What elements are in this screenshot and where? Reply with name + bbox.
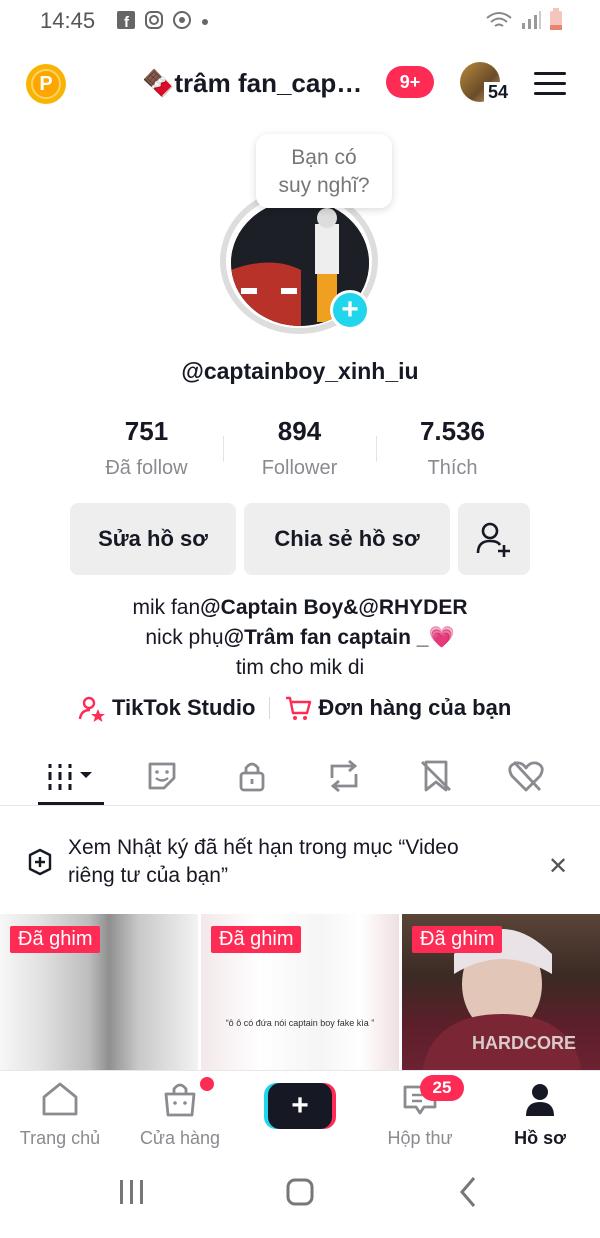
stat-likes[interactable]: 7.536 Thích — [376, 416, 529, 486]
dot-icon — [200, 14, 210, 32]
create-button[interactable]: + — [264, 1083, 336, 1129]
add-friend-button[interactable] — [458, 503, 530, 575]
tab-liked[interactable] — [494, 750, 558, 802]
pinned-badge: Đã ghim — [211, 926, 302, 953]
status-bar: 14:45 f — [0, 0, 600, 40]
thought-bubble[interactable]: Bạn có suy nghĩ? — [256, 134, 392, 208]
nav-shop[interactable]: Cửa hàng — [120, 1081, 240, 1149]
studio-link[interactable]: TikTok Studio — [78, 694, 255, 722]
pinned-badge: Đã ghim — [412, 926, 503, 953]
orders-label: Đơn hàng của bạn — [318, 695, 512, 720]
stat-followers[interactable]: 894 Follower — [223, 416, 376, 486]
add-user-icon — [476, 522, 510, 557]
tab-stickers[interactable] — [130, 750, 194, 802]
nav-home[interactable]: Trang chủ — [0, 1081, 120, 1149]
profile-icon — [526, 1084, 554, 1116]
plus-icon: + — [268, 1083, 332, 1129]
add-avatar-button[interactable]: + — [330, 290, 370, 330]
stat-value: 894 — [277, 416, 322, 446]
heart-hidden-icon — [508, 761, 544, 792]
home-button-icon[interactable] — [286, 1178, 314, 1206]
system-navigation — [0, 1158, 600, 1233]
bio-line-2: nick phụ@Trâm fan captain _💗 — [145, 626, 455, 649]
stat-label: Đã follow — [105, 457, 188, 479]
stat-value: 7.536 — [419, 416, 486, 446]
friends-count: 54 — [484, 82, 513, 103]
video-thumbnail[interactable]: Đã ghim — [0, 914, 198, 1072]
expired-stories-notice[interactable]: Xem Nhật ký đã hết hạn trong mục “Video … — [0, 820, 600, 900]
heart-emoji: 💗 — [428, 626, 455, 649]
status-time: 14:45 — [40, 8, 96, 33]
tab-private[interactable] — [220, 750, 284, 802]
close-icon[interactable]: ✕ — [548, 852, 568, 881]
battery-icon — [548, 8, 564, 37]
lock-icon — [239, 762, 265, 792]
instagram-icon — [144, 10, 164, 35]
tab-indicator — [38, 802, 104, 805]
bio-mention[interactable]: @Trâm fan captain _ — [224, 626, 429, 649]
notification-badge[interactable]: 9+ — [386, 66, 434, 98]
stat-label: Follower — [261, 457, 338, 479]
repost-icon — [330, 759, 358, 793]
status-app-icons: f — [116, 10, 210, 35]
sticker-icon — [148, 762, 176, 790]
stat-following[interactable]: 751 Đã follow — [70, 416, 223, 486]
bookmark-hidden-icon — [421, 760, 451, 792]
notice-text: Xem Nhật ký đã hết hạn trong mục “Video … — [68, 836, 459, 887]
bubble-line2: suy nghĩ? — [278, 174, 370, 197]
bio-line-3: tim cho mik di — [235, 656, 365, 679]
profile-topbar: P 🍫trâm fan_cap… 9+ 54 — [0, 56, 600, 112]
tab-videos[interactable] — [40, 750, 104, 802]
shop-notification-dot — [200, 1077, 214, 1091]
home-icon — [42, 1082, 78, 1116]
profile-tabs — [0, 750, 600, 806]
shop-icon — [164, 1083, 196, 1117]
bio-mention[interactable]: @Captain Boy — [200, 596, 343, 619]
cart-icon — [286, 696, 312, 720]
facebook-icon: f — [116, 10, 136, 35]
video-thumbnail[interactable]: HARDCORE Đã ghim — [402, 914, 600, 1072]
signal-icon — [520, 9, 542, 36]
grid-icon — [48, 764, 92, 790]
menu-icon[interactable] — [534, 72, 566, 96]
share-profile-button[interactable]: Chia sẻ hồ sơ — [244, 503, 450, 575]
messenger-icon — [172, 10, 192, 35]
profile-links: TikTok Studio Đơn hàng của bạn — [78, 692, 538, 724]
video-caption: “ô ô có đứa nói captain boy fake kìa ” — [225, 1018, 375, 1028]
profile-stats: 751 Đã follow 894 Follower 7.536 Thích — [70, 416, 530, 486]
edit-profile-button[interactable]: Sửa hồ sơ — [70, 503, 236, 575]
coin-icon[interactable]: P — [26, 64, 66, 104]
video-grid: Đã ghim Đã ghim “ô ô có đứa nói captain … — [0, 914, 600, 1072]
orders-link[interactable]: Đơn hàng của bạn — [284, 694, 511, 722]
recents-icon[interactable] — [120, 1180, 143, 1204]
tab-favorites[interactable] — [404, 750, 468, 802]
plus-badge-icon — [26, 848, 54, 881]
profile-actions: Sửa hồ sơ Chia sẻ hồ sơ — [70, 503, 530, 575]
divider — [376, 436, 377, 462]
stat-value: 751 — [124, 416, 169, 446]
svg-text:HARDCORE: HARDCORE — [472, 1033, 576, 1053]
profile-avatar[interactable]: + — [220, 188, 380, 336]
bubble-line1: Bạn có — [291, 146, 357, 169]
account-switcher[interactable]: 🍫trâm fan_cap… — [142, 68, 362, 99]
tab-reposts[interactable] — [312, 750, 376, 802]
status-system-icons — [484, 8, 564, 37]
bottom-navigation: Trang chủ Cửa hàng + Hộp thư 25 Hồ sơ — [0, 1070, 600, 1158]
pinned-badge: Đã ghim — [10, 926, 101, 953]
bio-line-1: mik fan@Captain Boy&@RHYDER — [132, 596, 468, 619]
profile-handle: @captainboy_xinh_iu — [181, 358, 419, 384]
studio-label: TikTok Studio — [112, 695, 256, 720]
inbox-badge: 25 — [420, 1075, 464, 1101]
wifi-icon — [484, 8, 514, 37]
video-thumbnail[interactable]: Đã ghim “ô ô có đứa nói captain boy fake… — [201, 914, 399, 1072]
back-icon[interactable] — [460, 1177, 476, 1207]
divider — [223, 436, 224, 462]
nav-profile[interactable]: Hồ sơ — [480, 1081, 600, 1149]
profile-bio: mik fan@Captain Boy&@RHYDER nick phụ@Trâ… — [0, 593, 600, 683]
stat-label: Thích — [427, 457, 478, 479]
studio-icon — [78, 696, 105, 722]
bio-mention[interactable]: @RHYDER — [358, 596, 467, 619]
